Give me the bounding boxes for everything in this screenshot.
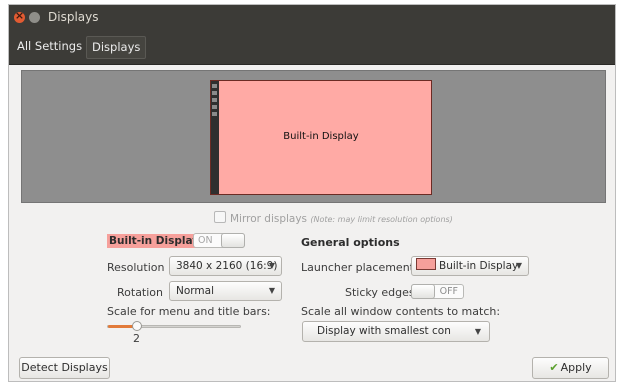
title-bar: Displays (9, 5, 615, 30)
monitor-builtin[interactable]: Built-in Display (210, 80, 432, 195)
launcher-placement-dropdown[interactable]: Built-in Display ▼ (411, 256, 529, 276)
sticky-switch-label: OFF (439, 286, 458, 297)
mirror-checkbox[interactable] (214, 211, 226, 223)
chevron-down-icon: ▼ (515, 261, 522, 270)
apply-label: Apply (560, 361, 592, 374)
detect-displays-label: Detect Displays (21, 361, 108, 374)
rotation-value: Normal (176, 285, 214, 297)
rotation-label: Rotation (117, 286, 164, 299)
scale-all-label: Scale all window contents to match: (301, 305, 501, 318)
sticky-edges-switch[interactable]: OFF (411, 284, 464, 299)
switch-knob (221, 233, 245, 248)
general-options-heading: General options (301, 236, 400, 249)
minimize-icon[interactable] (29, 12, 40, 23)
mirror-displays-option[interactable]: Mirror displays (Note: may limit resolut… (214, 211, 453, 225)
rotation-dropdown[interactable]: Normal ▼ (169, 281, 282, 301)
display-power-switch[interactable]: ON (193, 233, 245, 248)
toolbar: All Settings Displays (9, 30, 615, 65)
chevron-down-icon: ▼ (268, 261, 275, 270)
checkmark-icon: ✔ (549, 361, 559, 374)
close-icon[interactable] (14, 9, 25, 23)
chevron-down-icon: ▼ (474, 327, 481, 336)
launcher-placement-label: Launcher placement (301, 261, 414, 274)
sticky-edges-label: Sticky edges (345, 286, 415, 299)
launcher-placement-value: Built-in Display (439, 260, 519, 272)
scale-all-value: Display with smallest con (317, 325, 451, 337)
display-arrangement-area: Built-in Display (21, 70, 606, 203)
display-swatch-icon (416, 258, 436, 270)
breadcrumb-displays[interactable]: Displays (86, 36, 147, 59)
resolution-label: Resolution (107, 261, 165, 274)
window-title: Displays (48, 10, 99, 24)
slider-handle[interactable] (132, 321, 143, 331)
scale-slider[interactable] (107, 321, 241, 331)
scale-all-dropdown[interactable]: Display with smallest con ▼ (302, 321, 490, 342)
mirror-note: (Note: may limit resolution options) (310, 215, 453, 224)
monitor-label: Built-in Display (283, 131, 359, 142)
scale-menu-label: Scale for menu and title bars: (107, 305, 271, 318)
apply-button[interactable]: ✔ Apply (532, 357, 609, 379)
detect-displays-button[interactable]: Detect Displays (19, 357, 110, 379)
switch-knob (411, 284, 435, 299)
power-switch-label: ON (198, 235, 213, 246)
selected-display-name: Built-in Display (107, 234, 202, 248)
resolution-value: 3840 x 2160 (16:9) (176, 260, 278, 272)
mirror-label: Mirror displays (230, 213, 308, 225)
scale-value: 2 (133, 332, 140, 345)
all-settings-button[interactable]: All Settings (12, 36, 87, 57)
chevron-down-icon: ▼ (268, 286, 275, 295)
resolution-dropdown[interactable]: 3840 x 2160 (16:9) ▼ (169, 256, 282, 276)
displays-window: Displays All Settings Displays Built-in … (8, 4, 616, 382)
